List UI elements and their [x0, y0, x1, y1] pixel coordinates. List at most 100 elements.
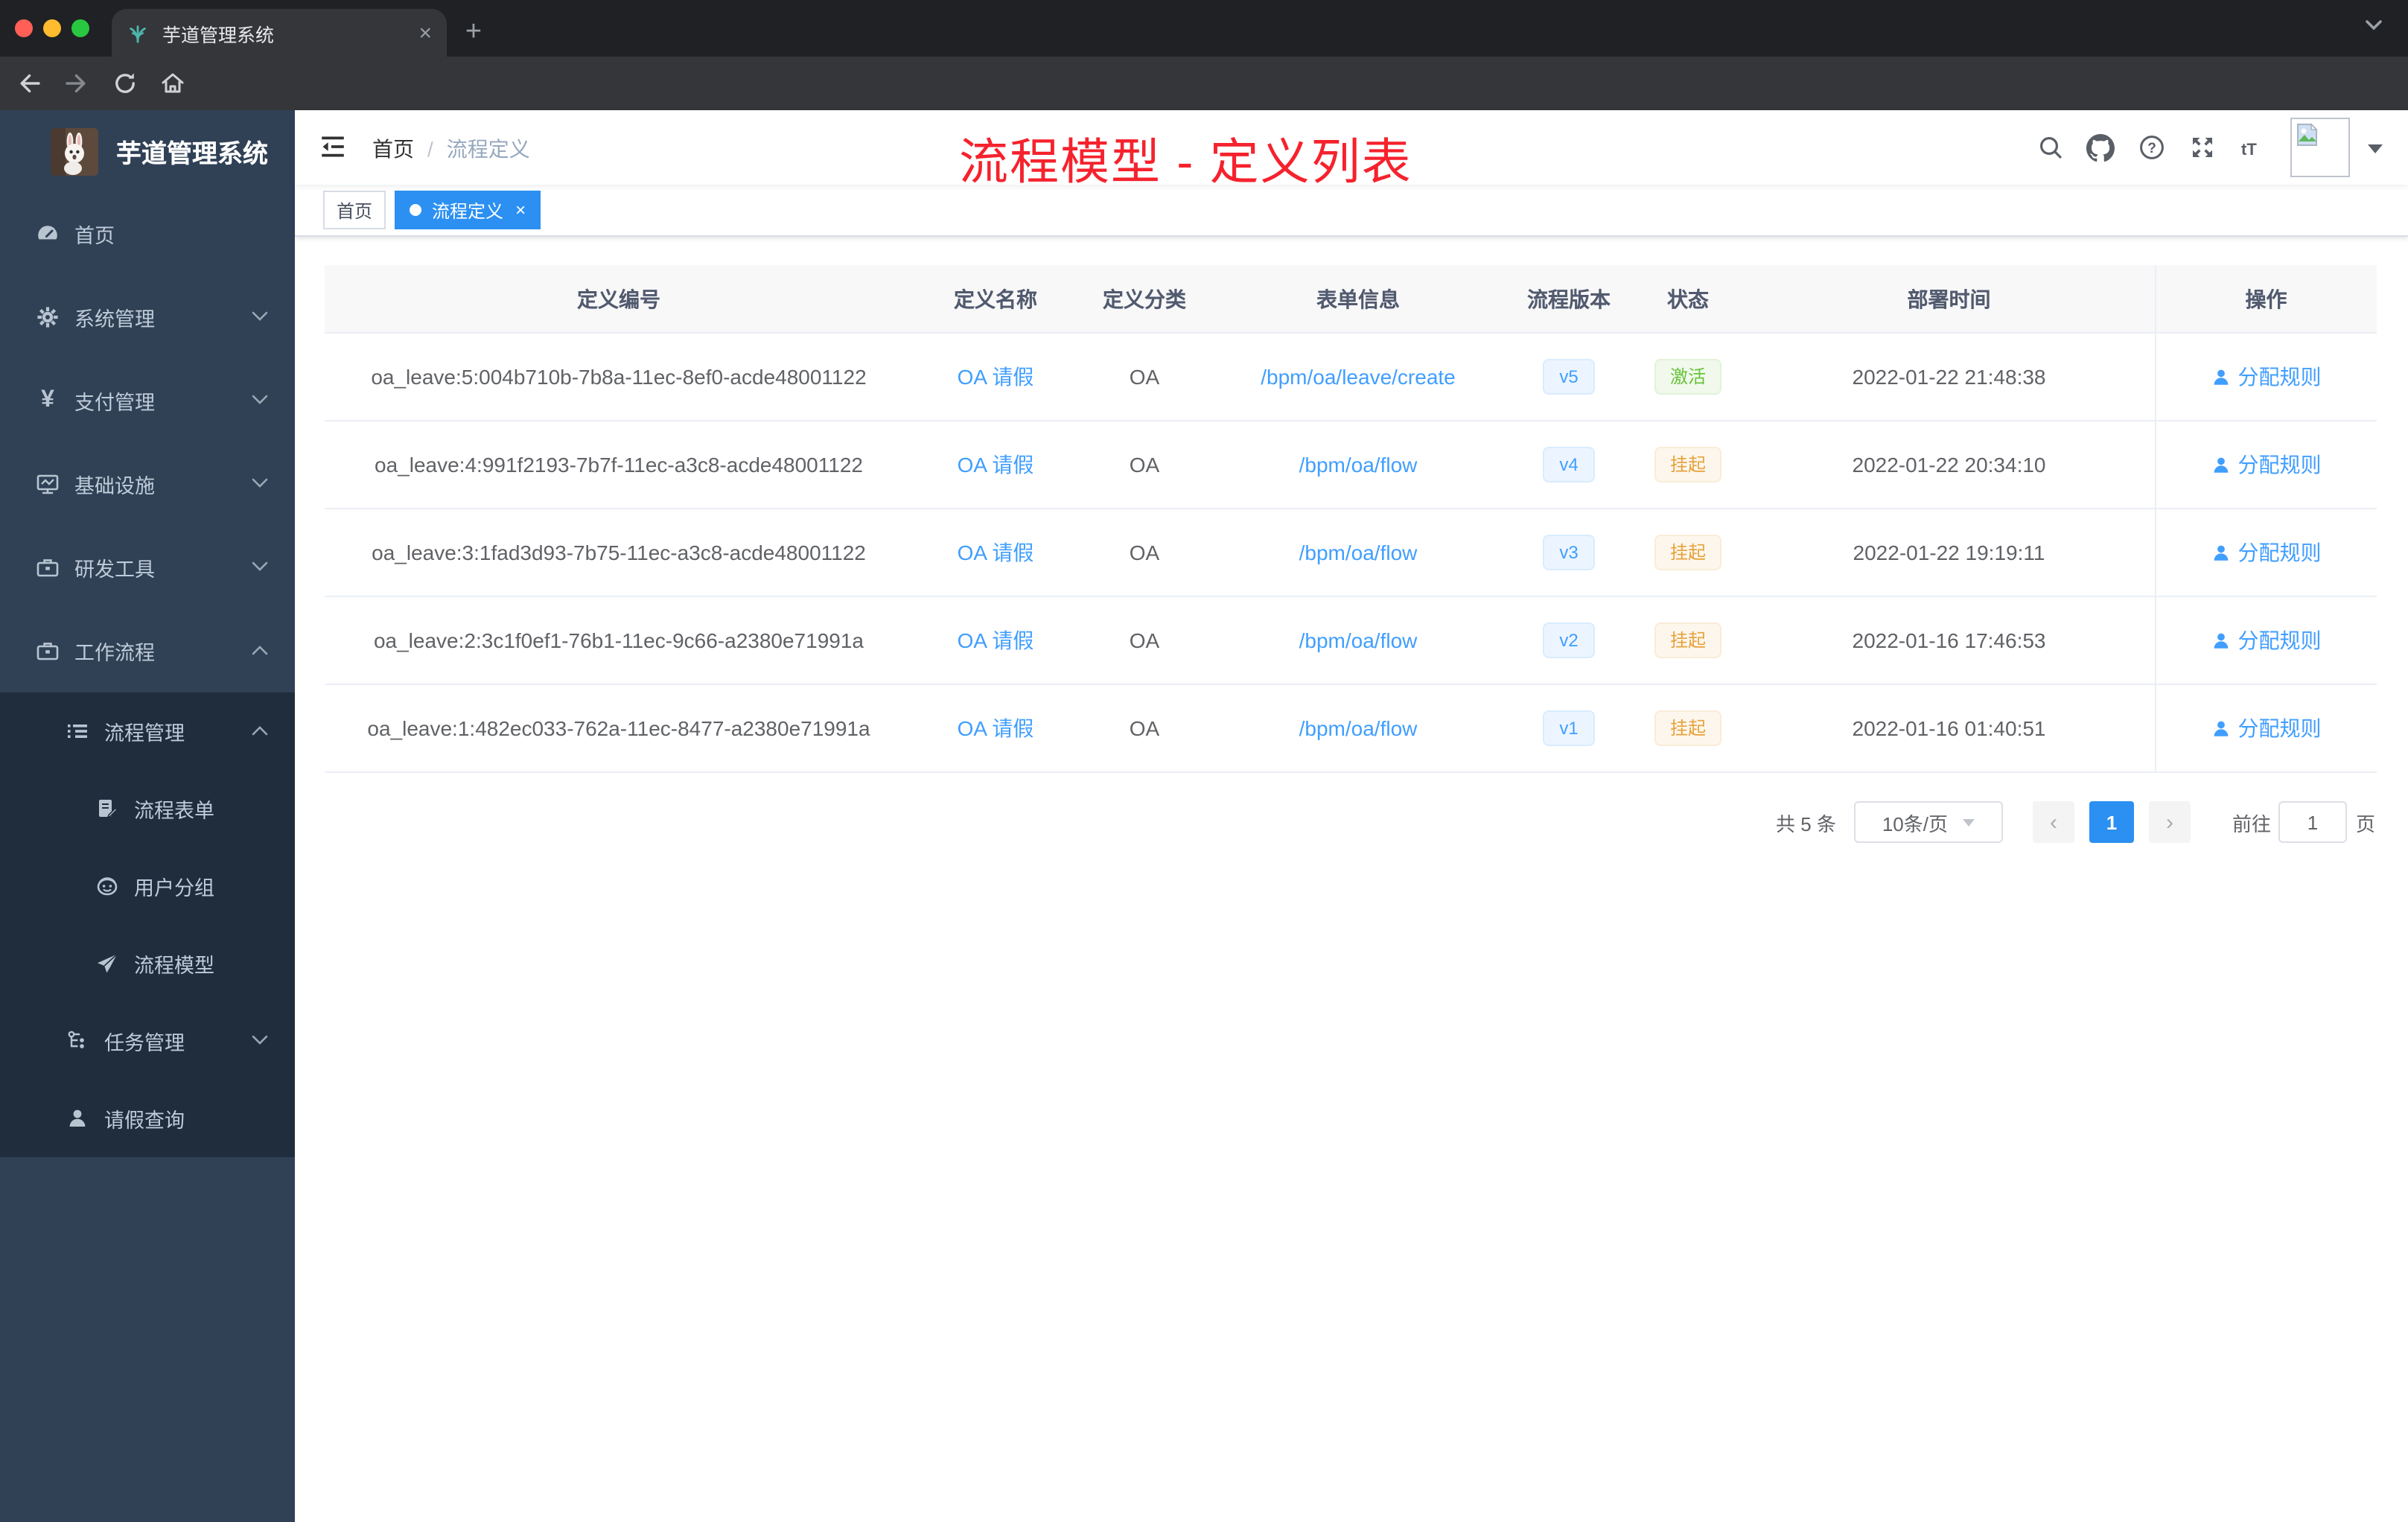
tab-title: 芋道管理系统	[162, 25, 275, 45]
form-link[interactable]: /bpm/oa/flow	[1299, 453, 1418, 477]
cell-category: OA	[1078, 596, 1211, 685]
form-link[interactable]: /bpm/oa/flow	[1299, 628, 1418, 652]
window-zoom-button[interactable]	[71, 19, 89, 37]
cell-id: oa_leave:3:1fad3d93-7b75-11ec-a3c8-acde4…	[325, 509, 913, 597]
tab-favicon-icon	[127, 22, 149, 44]
user-avatar[interactable]	[2290, 118, 2350, 177]
new-tab-button[interactable]: +	[453, 12, 494, 54]
tab-close-icon[interactable]: ×	[418, 22, 432, 44]
assign-rule-button[interactable]: 分配规则	[2211, 625, 2322, 655]
sidebar-item-payment[interactable]: ¥ 支付管理	[0, 359, 295, 442]
next-page-button[interactable]: ›	[2148, 801, 2191, 843]
goto-page-input[interactable]	[2278, 801, 2347, 843]
table-header-row: 定义编号 定义名称 定义分类 表单信息 流程版本 状态 部署时间 操作	[325, 265, 2377, 334]
search-icon[interactable]	[2037, 134, 2064, 161]
sidebar-item-process-model[interactable]: 流程模型	[0, 925, 295, 1002]
user-icon	[66, 1107, 89, 1130]
version-badge: v3	[1543, 535, 1595, 570]
tab-overflow-chevron-icon[interactable]	[2365, 19, 2383, 31]
tag-process-definition[interactable]: 流程定义 ×	[395, 191, 541, 229]
avatar-caret-icon[interactable]	[2368, 144, 2383, 153]
tag-home[interactable]: 首页	[323, 191, 386, 229]
sidebar-item-system[interactable]: 系统管理	[0, 276, 295, 359]
window-close-button[interactable]	[15, 19, 33, 37]
prev-page-button[interactable]: ‹	[2032, 801, 2074, 843]
version-badge: v2	[1543, 623, 1595, 658]
sidebar-item-process-form[interactable]: 流程表单	[0, 770, 295, 847]
sidebar-item-infra[interactable]: 基础设施	[0, 442, 295, 526]
pagination: 共 5 条 10条/页 ‹ 1 › 前往 页	[325, 801, 2378, 843]
assign-rule-button[interactable]: 分配规则	[2211, 362, 2322, 392]
status-badge: 激活	[1654, 359, 1721, 395]
version-badge: v1	[1543, 710, 1595, 746]
definition-name-link[interactable]: OA 请假	[958, 716, 1034, 740]
user-icon	[2214, 544, 2228, 560]
definition-table: 定义编号 定义名称 定义分类 表单信息 流程版本 状态 部署时间 操作 oa_l	[325, 265, 2377, 773]
assign-rule-button[interactable]: 分配规则	[2211, 538, 2322, 567]
font-size-icon[interactable]: tT	[2241, 136, 2274, 159]
assign-rule-button[interactable]: 分配规则	[2211, 450, 2322, 480]
sidebar-fold-icon[interactable]	[319, 133, 347, 161]
status-badge: 挂起	[1654, 535, 1721, 570]
breadcrumb-current: 流程定义	[446, 137, 530, 161]
form-link[interactable]: /bpm/oa/leave/create	[1261, 365, 1456, 389]
chevron-down-icon	[252, 311, 268, 322]
col-header-status: 状态	[1632, 265, 1744, 334]
col-header-version: 流程版本	[1506, 265, 1632, 334]
page-number-1[interactable]: 1	[2089, 801, 2134, 843]
status-badge: 挂起	[1654, 623, 1721, 658]
browser-tabstrip: 芋道管理系统 × +	[0, 0, 2408, 57]
github-icon[interactable]	[2086, 134, 2115, 162]
form-link[interactable]: /bpm/oa/flow	[1299, 716, 1418, 740]
sidebar-item-devtools[interactable]: 研发工具	[0, 526, 295, 609]
workflow-submenu: 流程管理 流程表单 用户分组 流程模型 任务管理 请假查询	[0, 692, 295, 1157]
yen-icon: ¥	[41, 387, 54, 413]
definition-name-link[interactable]: OA 请假	[958, 453, 1034, 477]
document-edit-icon	[95, 797, 119, 821]
cell-id: oa_leave:2:3c1f0ef1-76b1-11ec-9c66-a2380…	[325, 596, 913, 685]
sidebar-item-workflow[interactable]: 工作流程	[0, 609, 295, 692]
form-link[interactable]: /bpm/oa/flow	[1299, 541, 1418, 564]
cell-category: OA	[1078, 684, 1211, 773]
table-row: oa_leave:5:004b710b-7b8a-11ec-8ef0-acde4…	[325, 333, 2377, 421]
cell-id: oa_leave:5:004b710b-7b8a-11ec-8ef0-acde4…	[325, 333, 913, 421]
sidebar-item-user-group[interactable]: 用户分组	[0, 847, 295, 925]
chevron-down-icon	[1963, 818, 1975, 826]
help-icon[interactable]: ?	[2138, 134, 2165, 161]
screen: 芋道管理系统 × + 不安全 dashboard.yudao.iocoder.c…	[0, 0, 2408, 1522]
cell-category: OA	[1078, 421, 1211, 509]
cell-category: OA	[1078, 509, 1211, 597]
sidebar-item-home[interactable]: 首页	[0, 192, 295, 276]
svg-text:tT: tT	[2241, 140, 2257, 159]
forward-icon[interactable]	[63, 70, 89, 97]
cell-deploy-time: 2022-01-22 19:19:11	[1744, 509, 2155, 597]
reload-icon[interactable]	[112, 70, 138, 97]
browser-tab[interactable]: 芋道管理系统 ×	[112, 9, 447, 57]
home-icon[interactable]	[159, 70, 186, 97]
page-content: 定义编号 定义名称 定义分类 表单信息 流程版本 状态 部署时间 操作 oa_l	[295, 237, 2408, 871]
back-icon[interactable]	[16, 70, 43, 97]
user-icon	[2214, 720, 2228, 736]
definition-name-link[interactable]: OA 请假	[958, 628, 1034, 652]
definition-name-link[interactable]: OA 请假	[958, 365, 1034, 389]
table-row: oa_leave:2:3c1f0ef1-76b1-11ec-9c66-a2380…	[325, 596, 2377, 685]
sidebar-item-leave-query[interactable]: 请假查询	[0, 1080, 295, 1157]
sidebar-item-process-manage[interactable]: 流程管理	[0, 692, 295, 770]
chevron-down-icon	[252, 1035, 268, 1045]
face-icon	[95, 874, 119, 898]
active-dot-icon	[410, 204, 422, 216]
user-icon	[2214, 456, 2228, 472]
tag-close-icon[interactable]: ×	[515, 201, 526, 219]
assign-rule-button[interactable]: 分配规则	[2211, 713, 2322, 743]
col-header-deploy-time: 部署时间	[1744, 265, 2155, 334]
table-row: oa_leave:1:482ec033-762a-11ec-8477-a2380…	[325, 684, 2377, 773]
breadcrumb-home[interactable]: 首页	[372, 134, 414, 164]
logo-avatar	[51, 127, 98, 175]
tree-list-icon	[66, 719, 89, 743]
fullscreen-icon[interactable]	[2189, 134, 2216, 161]
page-size-select[interactable]: 10条/页	[1853, 801, 2003, 843]
sidebar-item-task-manage[interactable]: 任务管理	[0, 1002, 295, 1080]
app-logo[interactable]: 芋道管理系统	[0, 110, 295, 192]
window-minimize-button[interactable]	[43, 19, 61, 37]
definition-name-link[interactable]: OA 请假	[958, 541, 1034, 564]
